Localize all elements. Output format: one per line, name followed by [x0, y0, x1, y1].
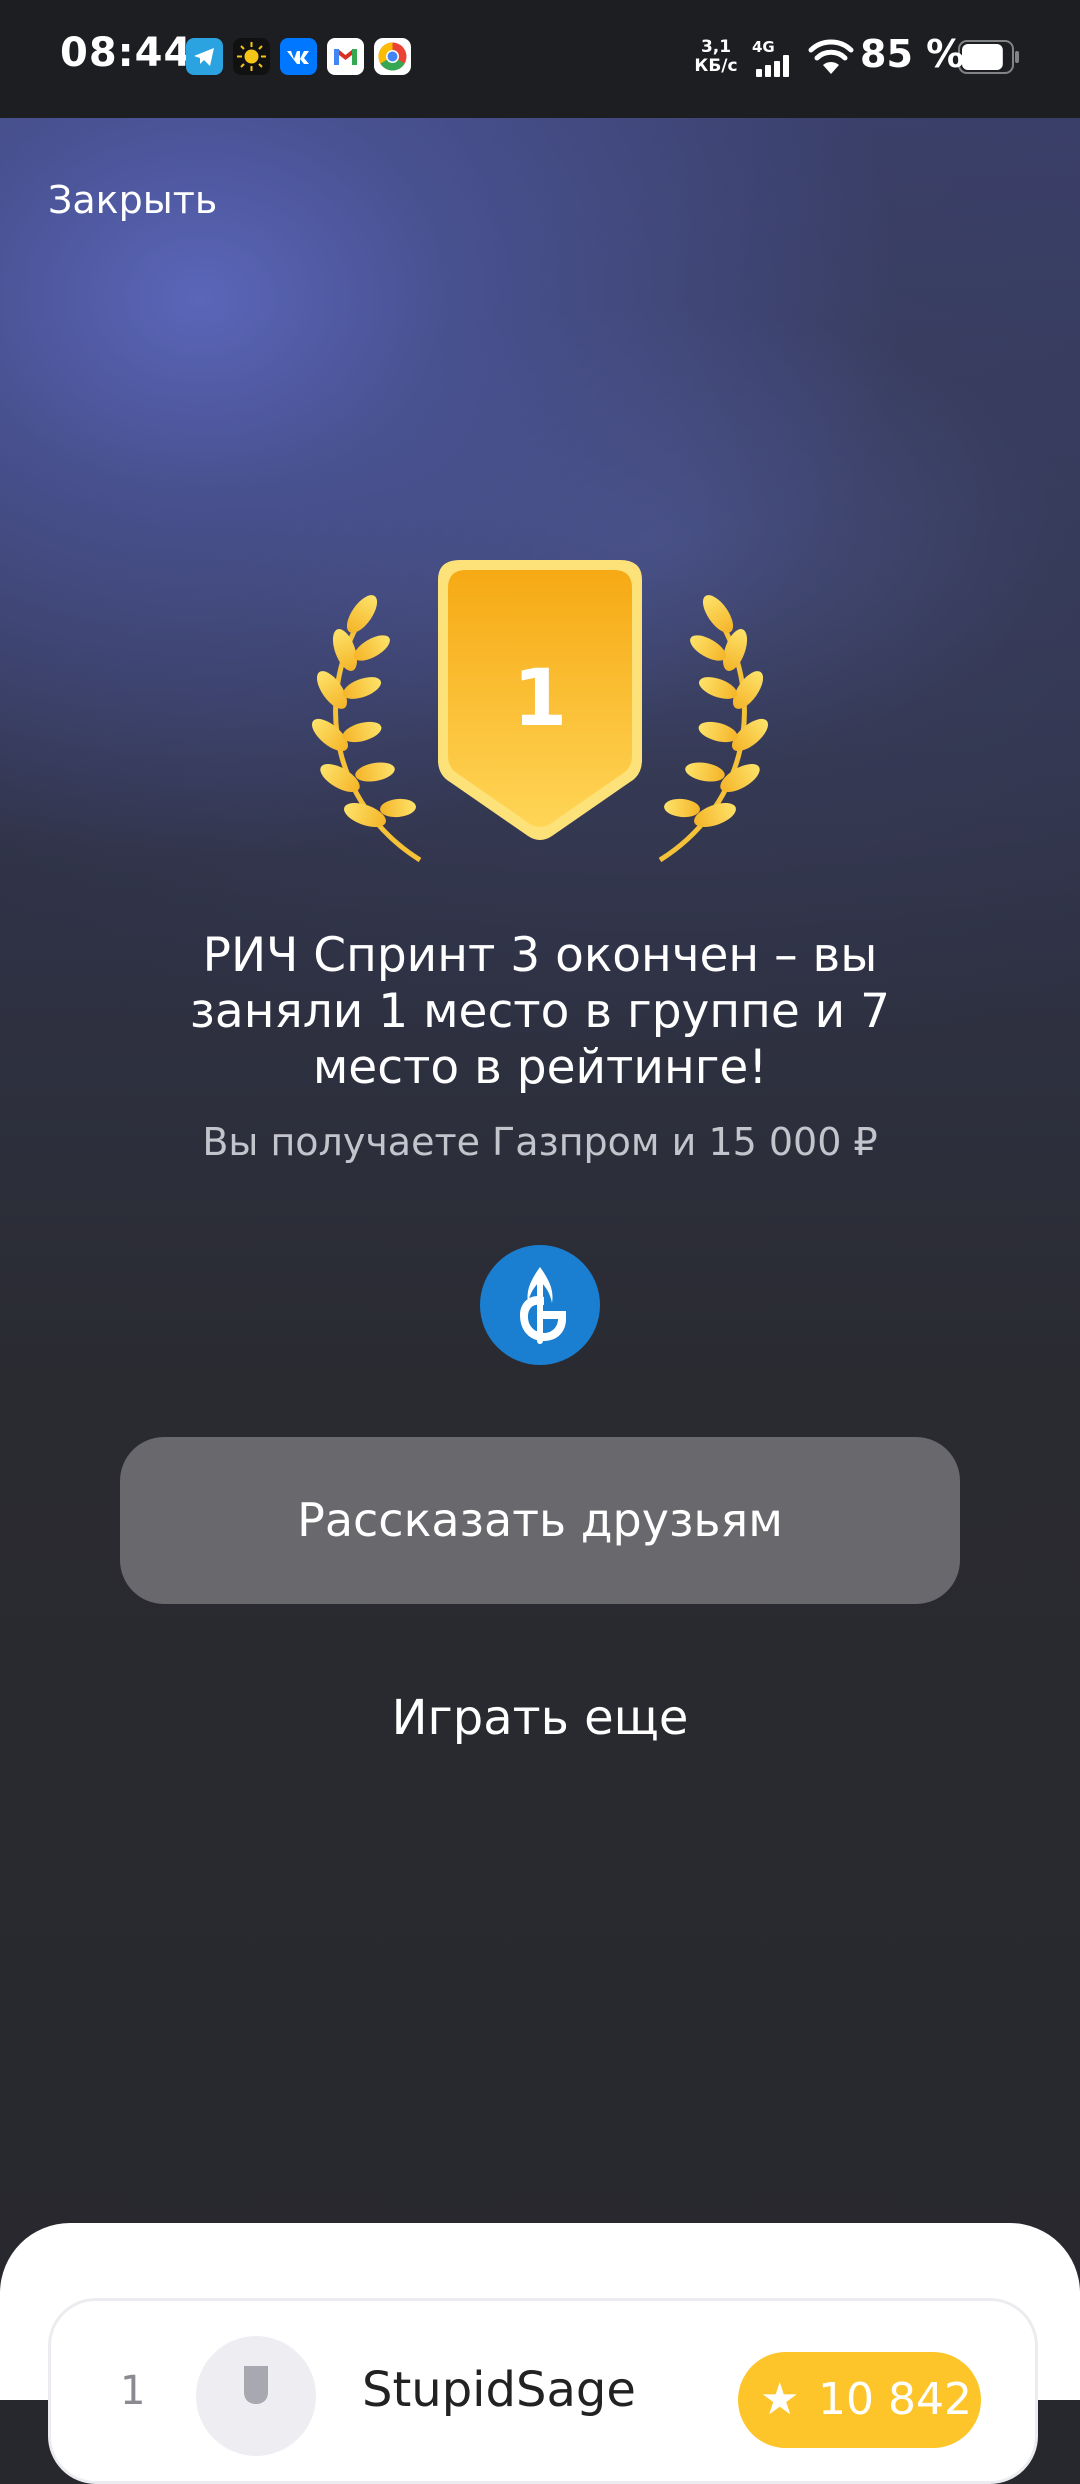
star-icon: ★ — [760, 2374, 800, 2425]
score-badge: ★ 10 842 — [738, 2352, 981, 2448]
place-number: 1 — [513, 654, 567, 744]
battery-percent: 85 % — [860, 32, 965, 76]
score-value: 10 842 — [818, 2374, 972, 2425]
chrome-icon — [374, 38, 411, 75]
vk-icon — [280, 38, 317, 75]
right-laurel-icon — [658, 595, 769, 863]
gmail-icon — [327, 38, 364, 75]
share-with-friends-button[interactable]: Рассказать друзьям — [120, 1437, 960, 1604]
status-time: 08:44 — [60, 30, 193, 76]
trophy-laurel-badge: 1 — [311, 560, 769, 863]
play-again-link[interactable]: Играть еще — [240, 1690, 840, 1746]
wifi-icon — [808, 39, 854, 74]
left-laurel-icon — [311, 595, 422, 863]
telegram-icon — [186, 38, 223, 75]
reward-text: Вы получаете Газпром и 15 000 ₽ — [202, 1120, 878, 1164]
result-title: РИЧ Спринт 3 окончен – вы заняли 1 место… — [189, 928, 891, 1095]
sun-app-icon — [233, 38, 270, 75]
network-speed-unit: КБ/с — [694, 56, 738, 76]
avatar — [196, 2336, 316, 2456]
status-bar: 08:44 3,1 КБ/с 4G 85 % — [0, 0, 1080, 118]
network-speed: 3,1 КБ/с — [693, 38, 739, 76]
leaderboard-username: StupidSage — [362, 2362, 636, 2418]
gazprom-logo-icon — [480, 1245, 600, 1365]
battery-icon — [958, 40, 1019, 74]
cellular-signal-icon — [756, 55, 789, 77]
close-button[interactable]: Закрыть — [48, 178, 217, 222]
network-type: 4G — [752, 38, 775, 56]
network-speed-value: 3,1 — [700, 37, 732, 57]
user-avatar-icon — [244, 2366, 268, 2404]
leaderboard-rank: 1 — [120, 2368, 146, 2414]
